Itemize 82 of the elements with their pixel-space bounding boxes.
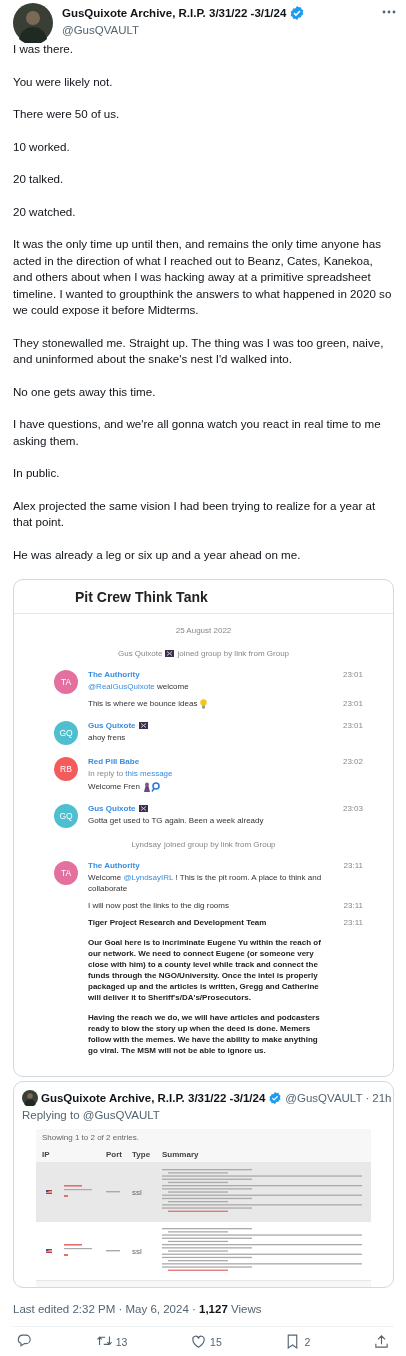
reply-link[interactable]: this message: [125, 769, 173, 778]
message-time: 23:02: [341, 757, 363, 766]
tweet-paragraph: It was the only time up until then, and remains the only time anyone has acted in the direction of what I reached out to Beanz, Cates, Kanekoa, and others about when I was hacking away at a primitive spreadsheet timeline. I wanted to groupthink the answers to what happened in 2020 so we could expose it before Midterms.: [13, 236, 393, 318]
avatar: GQ: [54, 804, 78, 828]
author-name[interactable]: GusQuixote Archive, R.I.P. 3/31/22 -3/1/24: [62, 7, 287, 19]
author-handle[interactable]: @GusQVAULT: [285, 1092, 363, 1104]
like-button[interactable]: 15: [190, 1333, 222, 1350]
avatar-icon: [22, 1090, 38, 1106]
flag-icon: [46, 1190, 52, 1194]
message-time: 23:11: [342, 917, 363, 928]
reply-text: In reply to this message: [88, 768, 173, 779]
retweet-button[interactable]: 13: [95, 1333, 128, 1350]
tweet-paragraph: Alex projected the same vision I had been trying to realize for a year at that point.: [13, 497, 377, 530]
date-label: 25 August 2022: [175, 626, 232, 635]
light-bulb-icon: [200, 698, 208, 709]
post-age: 21h: [372, 1092, 392, 1104]
tweet-paragraph: 20 talked.: [13, 171, 65, 187]
message-text: Having the reach we do, we will have articles and podcasters ready to blow the story up when the deed is done. Memers follow with the memes. We have the ability to make anything go viral. The MSM will not be able to ignore us.: [88, 1012, 321, 1056]
avatar: TA: [54, 861, 78, 885]
member-name: Gus Quixote: [117, 649, 163, 658]
message-text: I will now post the links to the dig rooms: [88, 900, 229, 911]
tweet-paragraph: I have questions, and we're all gonna watch you react in real time to me asking them.: [13, 416, 382, 449]
service-message: joined group by link from Group: [163, 840, 276, 849]
tweet-paragraph: In public.: [13, 465, 61, 481]
table-caption: Showing 1 to 2 of 2 entries.: [41, 1132, 140, 1144]
message-time: 23:01: [341, 721, 363, 730]
tweet-paragraph: 10 worked.: [13, 138, 71, 155]
share-icon: [372, 1333, 390, 1350]
figure-and-magnifier-icon: [142, 781, 161, 792]
tweet-paragraph: He was already a leg or six up and a year ahead on me.: [13, 546, 302, 563]
tweet-paragraph: They stonewalled me. Straight up. The thing was I was too green, naive, and uninformed about the snake's nest I'd walked into.: [13, 334, 385, 367]
sender-name[interactable]: Gus Quixote: [88, 721, 136, 730]
column-header: Summary: [162, 1150, 200, 1159]
chat-title: Pit Crew Think Tank: [14, 580, 393, 614]
message-time: 23:03: [341, 804, 363, 813]
separator: ·: [365, 1092, 370, 1104]
sender-name[interactable]: The Authority: [88, 861, 140, 870]
message-time: 23:11: [342, 900, 363, 911]
mention-link[interactable]: @LyndsayIRL: [123, 873, 174, 882]
reply-icon: [16, 1333, 33, 1350]
message-time: 23:01: [341, 670, 363, 679]
message-text: This is where we bounce ideas: [88, 698, 198, 709]
post-meta: Last edited 2:32 PM · May 6, 2024 · 1,127 Views: [13, 1288, 394, 1327]
message-text: Tiger Project Research and Development Team: [88, 917, 267, 928]
avatar: GQ: [54, 721, 78, 745]
blurred-ip-drawing: [64, 1244, 94, 1258]
author-name[interactable]: GusQuixote Archive, R.I.P. 3/31/22 -3/1/24: [41, 1092, 266, 1104]
column-header: IP: [41, 1150, 51, 1159]
avatar: TA: [54, 670, 78, 694]
heart-icon: [190, 1333, 208, 1350]
blurred-ip-drawing: [64, 1185, 94, 1199]
share-button[interactable]: [372, 1333, 390, 1350]
author-handle[interactable]: @GusQVAULT: [62, 24, 371, 36]
tweet-paragraph: There were 50 of us.: [13, 106, 121, 122]
message-time: 23:11: [342, 861, 363, 870]
message-text: Welcome Fren: [88, 781, 140, 792]
avatar: RB: [54, 757, 78, 781]
bookmark-button[interactable]: 2: [284, 1333, 311, 1350]
message-text: ahoy frens: [88, 732, 126, 743]
tweet-paragraph: I was there.: [13, 41, 74, 57]
message-text: Gotta get used to TG again. Been a week already: [88, 815, 264, 826]
avatar-icon: [13, 3, 53, 43]
tweet-paragraph: No one gets away this time.: [13, 383, 157, 400]
sender-name[interactable]: Gus Quixote: [88, 804, 136, 813]
sender-name[interactable]: Red Pill Babe: [88, 757, 140, 766]
message-text: @RealGusQuixote welcome: [88, 681, 189, 692]
message-time: 23:01: [341, 698, 363, 709]
message-text: Welcome @LyndsayIRL ! This is the pit room. A place to think and collaborate: [88, 872, 323, 894]
replying-to: Replying to @GusQVAULT: [21, 1108, 161, 1121]
column-header: Port: [106, 1150, 123, 1159]
table-cell-text: ssl: [132, 1187, 143, 1197]
table-cell-text: ssl: [132, 1246, 143, 1256]
member-name: Lyndsay: [131, 840, 161, 849]
reply-button[interactable]: [16, 1333, 33, 1350]
tweet-paragraph: You were likely not.: [13, 73, 114, 90]
column-header: Type: [132, 1150, 152, 1159]
mention-link[interactable]: @RealGusQuixote: [88, 682, 155, 691]
message-text: Our Goal here is to incriminate Eugene Yu within the reach of our network. We need to connect Eugene (or someone very close with him) to a county level while track and connect the funds through the NGO/University. Once the intel is properly packaged up and the articles is written, Gregg and Catherine will deliver it to Sheriff's/DA's/Prosecutors.: [88, 937, 322, 1003]
service-message: joined group by link from Group: [177, 649, 290, 658]
flag-icon: [46, 1249, 52, 1253]
sender-name[interactable]: The Authority: [88, 670, 140, 679]
tweet-paragraph: 20 watched.: [13, 203, 77, 220]
